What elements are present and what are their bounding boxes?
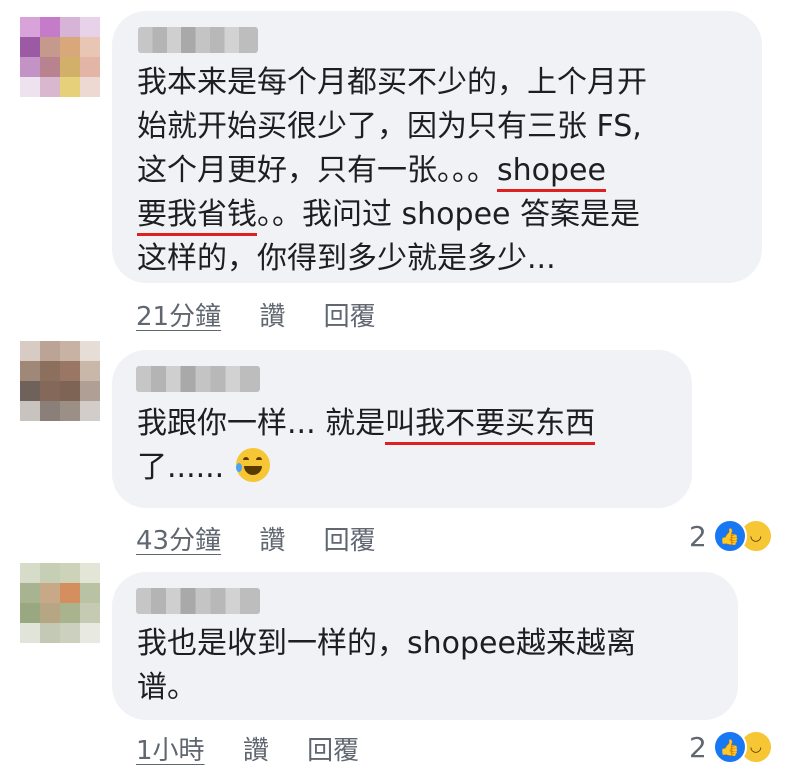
comment-actions: 21分鐘 讚 回覆 [136,296,376,333]
text-segment: 。。我问过 shopee 答案是是 [257,197,641,232]
comment-line: 始就开始买很少了，因为只有三张 FS, [137,105,747,149]
comment-bubble: 我本来是每个月都买不少的，上个月开 始就开始买很少了，因为只有三张 FS, 这个月更… [112,11,762,283]
comment-actions: 1小時 讚 回覆 [136,730,359,767]
commenter-name[interactable] [136,588,260,614]
timestamp-link[interactable]: 1小時 [136,736,205,766]
comment-bubble: 我跟你一样... 就是叫我不要买东西了...... [112,350,692,508]
reply-button[interactable]: 回覆 [307,736,359,766]
avatar[interactable] [20,563,100,643]
reaction-count: 2 [689,519,707,553]
text-segment: 始就开始买很少了，因为只有三张 FS, [137,109,642,144]
text-segment: 这样的，你得到多少就是多少... [137,241,556,276]
like-icon: 👍 [712,730,747,764]
commenter-name[interactable] [138,27,258,53]
text-segment: 谱。 [137,670,197,705]
comment-text: 我跟你一样... 就是叫我不要买东西了...... [137,402,682,490]
comment-line: 我本来是每个月都买不少的，上个月开 [137,61,747,105]
commenter-name[interactable] [136,366,260,392]
comment-line: 了...... [137,446,682,490]
comment-bubble: 我也是收到一样的，shopee越来越离 谱。 [112,572,738,720]
timestamp-link[interactable]: 21分鐘 [136,302,221,332]
underlined-text: shopee [497,153,606,192]
reaction-summary[interactable]: 2 👍 ◡ [689,516,773,556]
text-segment: 这个月更好，只有一张。。。 [137,153,497,188]
avatar[interactable] [20,17,100,97]
reply-button[interactable]: 回覆 [324,526,376,556]
avatar[interactable] [20,341,100,421]
underlined-text: 要我省钱 [137,197,257,236]
comment-line: 我跟你一样... 就是叫我不要买东西 [137,402,682,446]
comment-line: 我也是收到一样的，shopee越来越离 [137,622,732,666]
laughing-emoji-icon [236,448,271,482]
text-segment: 我也是收到一样的，shopee越来越离 [137,626,636,661]
like-button[interactable]: 讚 [259,302,285,332]
like-button[interactable]: 讚 [243,736,269,766]
timestamp-link[interactable]: 43分鐘 [136,526,221,556]
comment-text: 我也是收到一样的，shopee越来越离 谱。 [137,622,732,710]
comment-line: 要我省钱。。我问过 shopee 答案是是 [137,193,747,237]
text-segment: 我本来是每个月都买不少的，上个月开 [137,65,647,100]
reaction-summary[interactable]: 2 👍 ◡ [689,727,773,767]
comment-line: 谱。 [137,666,732,710]
comment-line: 这个月更好，只有一张。。。shopee [137,149,747,193]
reaction-count: 2 [689,730,707,764]
like-button[interactable]: 讚 [259,526,285,556]
comment-line: 这样的，你得到多少就是多少... [137,237,747,281]
comment-text: 我本来是每个月都买不少的，上个月开 始就开始买很少了，因为只有三张 FS, 这个月更… [137,61,747,281]
like-icon: 👍 [712,519,747,553]
reply-button[interactable]: 回覆 [324,302,376,332]
underlined-text: 叫我不要买东西 [385,406,596,445]
text-segment: 我跟你一样... 就是 [137,406,386,441]
comment-actions: 43分鐘 讚 回覆 [136,520,376,557]
text-segment: 了...... [137,450,225,485]
